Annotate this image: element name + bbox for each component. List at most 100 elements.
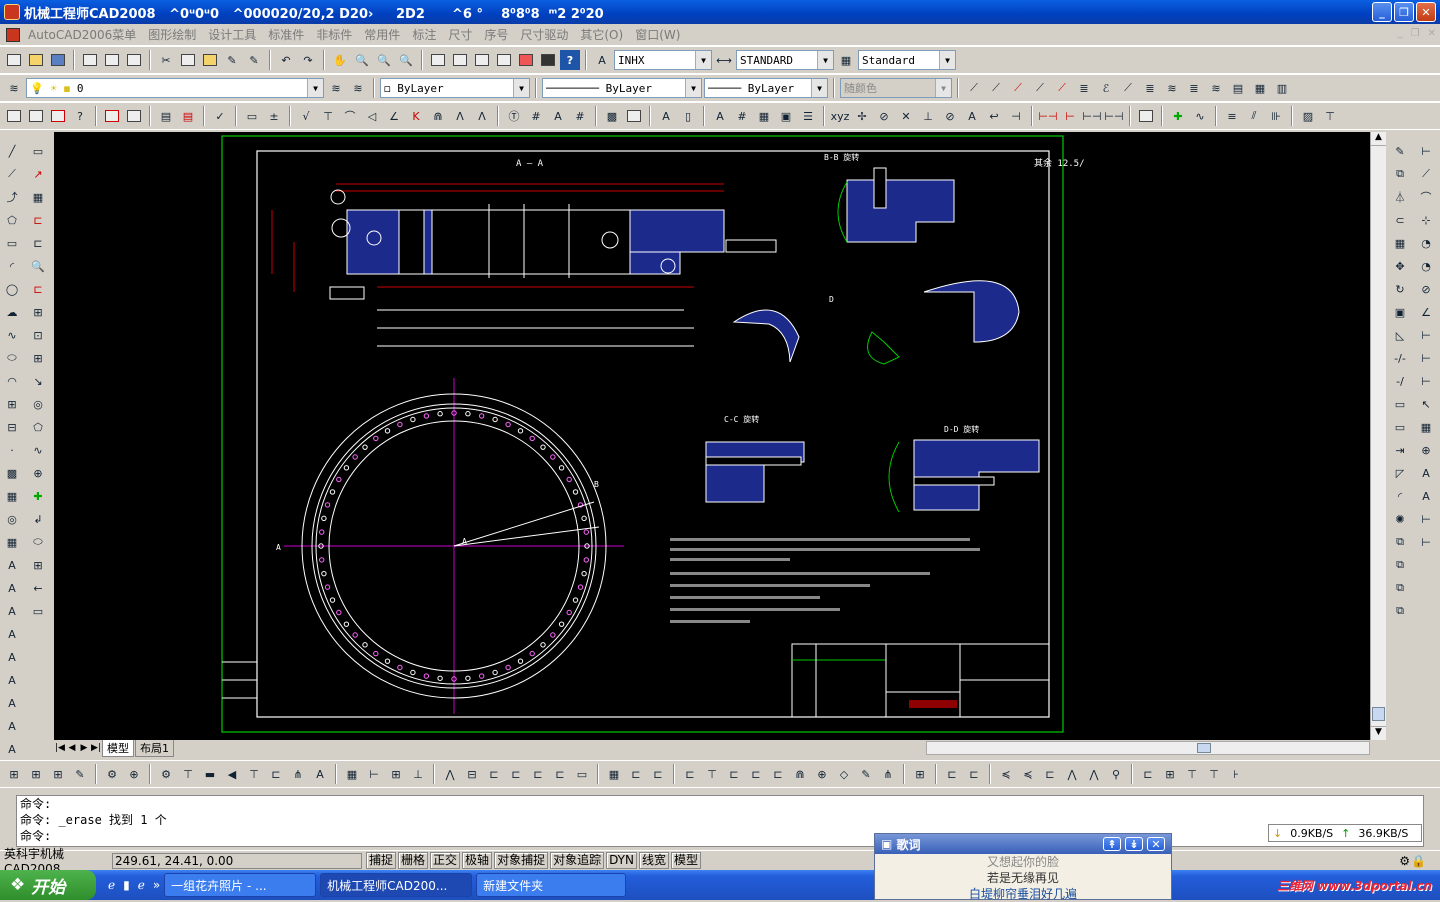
weld-c-icon[interactable]: ∠ <box>384 106 404 126</box>
command-window[interactable]: 命令: 命令: _erase 找到 1 个 命令: <box>16 795 1424 847</box>
copy-obj-icon[interactable]: ⧉ <box>1390 163 1410 185</box>
properties-icon[interactable] <box>428 50 448 70</box>
offset-icon[interactable]: ⊂ <box>1390 209 1410 231</box>
b50-icon[interactable]: ⊤ <box>1182 764 1202 784</box>
command-prompt[interactable]: 命令: <box>20 828 1423 844</box>
b23-icon[interactable]: ⊏ <box>528 764 548 784</box>
pan-icon[interactable]: ✋ <box>330 50 350 70</box>
osnap-f-icon[interactable]: ↩ <box>984 106 1004 126</box>
tab-model[interactable]: 模型 <box>102 739 134 757</box>
polygon-icon[interactable]: ⬠ <box>2 209 22 231</box>
xyz-icon[interactable]: xyz <box>830 106 850 126</box>
b33-icon[interactable]: ⊏ <box>768 764 788 784</box>
osnap-e-icon[interactable]: A <box>962 106 982 126</box>
tray-icon[interactable]: ⚙ <box>1399 854 1410 868</box>
rotate-icon[interactable]: ↻ <box>1390 278 1410 300</box>
grid-toggle[interactable]: 栅格 <box>398 852 429 869</box>
b6-icon[interactable]: ⊕ <box>124 764 144 784</box>
line-b-icon[interactable]: ⫽ <box>1244 106 1264 126</box>
drawing-canvas[interactable]: A — A B-B 旋转 其余 12.5/ D C-C 旋转 D-D 旋转 A … <box>54 132 1370 740</box>
b21-icon[interactable]: ⊏ <box>484 764 504 784</box>
b24-icon[interactable]: ⊏ <box>550 764 570 784</box>
prev-tab-icon[interactable]: ◀ <box>66 743 78 753</box>
block-editor-icon[interactable]: ✎ <box>244 50 264 70</box>
b8-icon[interactable]: ⊤ <box>178 764 198 784</box>
m12-icon[interactable]: ◎ <box>28 393 48 415</box>
m3-icon[interactable]: ▦ <box>28 186 48 208</box>
b44-icon[interactable]: ⊏ <box>1040 764 1060 784</box>
b19-icon[interactable]: ⋀ <box>440 764 460 784</box>
point-draw-icon[interactable]: · <box>2 439 22 461</box>
move-icon[interactable]: ✥ <box>1390 255 1410 277</box>
scale-icon[interactable]: ▣ <box>1390 301 1410 323</box>
b12-icon[interactable]: ⊏ <box>266 764 286 784</box>
mdi-restore-icon[interactable]: ❐ <box>1411 28 1420 39</box>
dyn-toggle[interactable]: DYN <box>606 852 637 869</box>
menu-draw[interactable]: 图形绘制 <box>142 26 202 43</box>
osnap-c-icon[interactable]: ⊥ <box>918 106 938 126</box>
tool-j-icon[interactable]: ≣ <box>1184 78 1204 98</box>
point-icon[interactable]: ✢ <box>852 106 872 126</box>
r4-icon[interactable]: ⧉ <box>1390 600 1410 622</box>
b39-icon[interactable]: ⊞ <box>910 764 930 784</box>
dimaligned-icon[interactable]: ⟋ <box>1416 163 1436 185</box>
b42-icon[interactable]: ≼ <box>996 764 1016 784</box>
text-edit-icon[interactable]: ▯ <box>678 106 698 126</box>
grid-table-icon[interactable]: ▦ <box>754 106 774 126</box>
m14-icon[interactable]: ∿ <box>28 439 48 461</box>
restore-button[interactable]: ❐ <box>1394 2 1414 22</box>
layer-manager-icon[interactable]: ≋ <box>4 78 24 98</box>
preview-icon[interactable] <box>102 50 122 70</box>
frame-a-icon[interactable] <box>4 106 24 126</box>
print-b-icon[interactable] <box>1136 106 1156 126</box>
leader-a-icon[interactable]: ᐱ <box>450 106 470 126</box>
tool-i-icon[interactable]: ≋ <box>1162 78 1182 98</box>
m19-icon[interactable]: ⊞ <box>28 554 48 576</box>
insert-block-icon[interactable]: ⊞ <box>2 393 22 415</box>
lock-icon[interactable]: 🔒 <box>1411 854 1426 868</box>
join-icon[interactable]: ⇥ <box>1390 439 1410 461</box>
dimtedit-icon[interactable]: A <box>1416 485 1436 507</box>
erase-icon[interactable]: ✎ <box>1390 140 1410 162</box>
task-folder[interactable]: 新建文件夹 <box>476 873 627 897</box>
chamfer-icon[interactable]: ◸ <box>1390 462 1410 484</box>
text-b-icon[interactable]: A <box>2 600 22 622</box>
b5-icon[interactable]: ⚙ <box>102 764 122 784</box>
datum-icon[interactable]: ⊤ <box>318 106 338 126</box>
app-icon[interactable] <box>4 4 20 20</box>
title-block-icon[interactable] <box>102 106 122 126</box>
ellipse-icon[interactable]: ⬭ <box>2 347 22 369</box>
mtext-draw-icon[interactable]: A <box>2 554 22 576</box>
text-g-icon[interactable]: A <box>2 715 22 737</box>
fillet-icon[interactable]: ◜ <box>1390 485 1410 507</box>
tool-m-icon[interactable]: ▦ <box>1250 78 1270 98</box>
new-icon[interactable] <box>4 50 24 70</box>
tolerance-r-icon[interactable]: ▦ <box>1416 416 1436 438</box>
parts-list-icon[interactable] <box>124 106 144 126</box>
line-icon[interactable]: ╱ <box>2 140 22 162</box>
horizontal-scrollbar[interactable] <box>926 741 1370 755</box>
tool-l-icon[interactable]: ▤ <box>1228 78 1248 98</box>
dimupdate-icon[interactable]: ⊢ <box>1416 508 1436 530</box>
dim-d-icon[interactable]: ⊢⊣ <box>1104 106 1124 126</box>
image-icon[interactable]: ▣ <box>776 106 796 126</box>
osnap-toggle[interactable]: 对象捕捉 <box>494 852 549 869</box>
explode-icon[interactable]: ✺ <box>1390 508 1410 530</box>
b2-icon[interactable]: ⊞ <box>26 764 46 784</box>
b11-icon[interactable]: ⊤ <box>244 764 264 784</box>
pin-button[interactable]: ↟ <box>1103 837 1121 851</box>
menu-standard-parts[interactable]: 标准件 <box>262 26 310 43</box>
snap-cross-icon[interactable]: ✚ <box>1168 106 1188 126</box>
dimedit-icon[interactable]: A <box>1416 462 1436 484</box>
dimarc-icon[interactable]: ⌒ <box>1416 186 1436 208</box>
menu-sequence[interactable]: 序号 <box>478 26 514 43</box>
break-point-icon[interactable]: ▭ <box>1390 393 1410 415</box>
k-icon[interactable]: K <box>406 106 426 126</box>
design-center-icon[interactable] <box>450 50 470 70</box>
m2-icon[interactable]: ↗ <box>28 163 48 185</box>
task-photos[interactable]: 一组花卉照片 - ... <box>164 873 317 897</box>
break-icon[interactable]: ▭ <box>1390 416 1410 438</box>
gradient-icon[interactable]: ▦ <box>2 485 22 507</box>
osnap-d-icon[interactable]: ⊘ <box>940 106 960 126</box>
line-a-icon[interactable]: ≡ <box>1222 106 1242 126</box>
